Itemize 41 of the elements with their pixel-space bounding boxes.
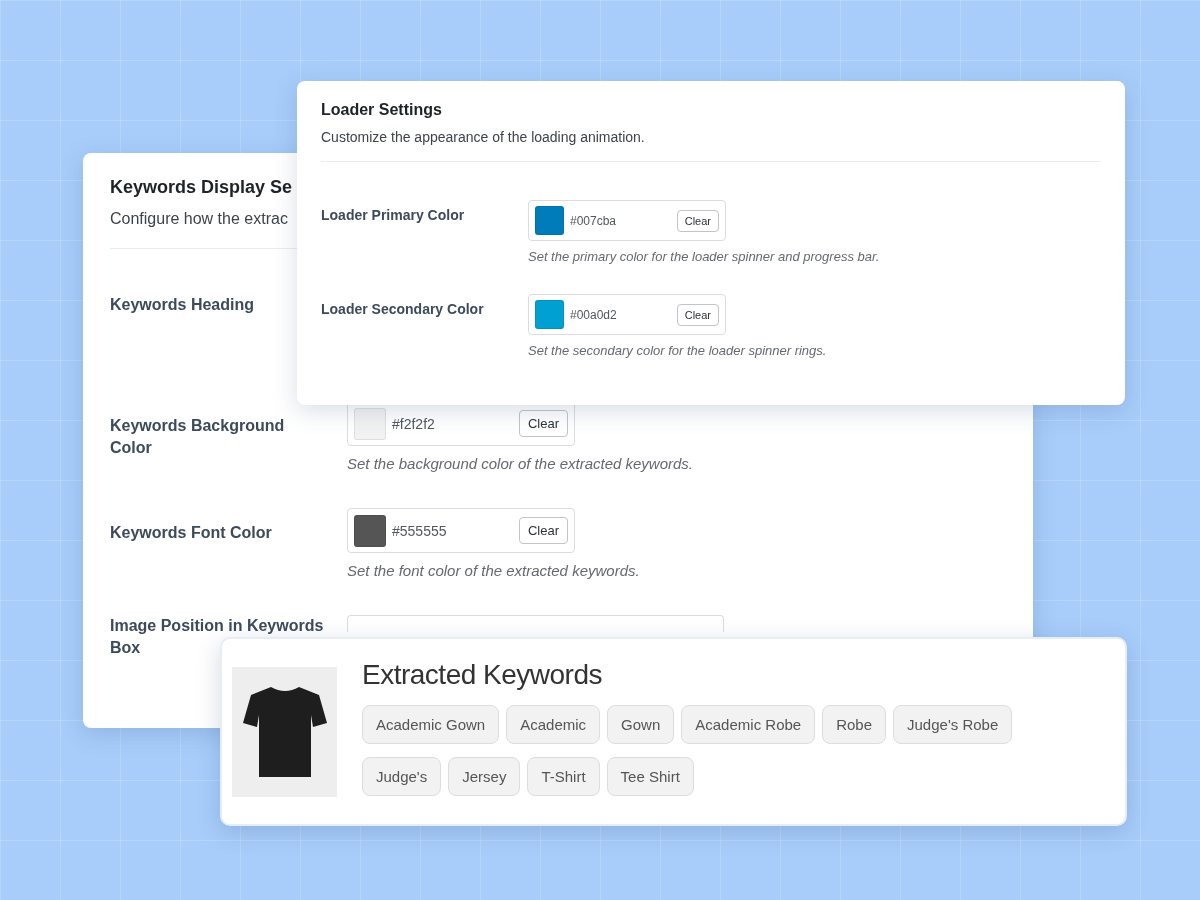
keyword-tag[interactable]: T-Shirt [527,757,600,796]
settings-description: Customize the appearance of the loading animation. [321,129,645,145]
keyword-tag[interactable]: Academic Gown [362,705,500,744]
field-label: Keywords Font Color [110,523,272,543]
color-value: #f2f2f2 [392,415,436,432]
clear-button[interactable]: Clear [676,303,719,326]
color-value: #555555 [392,522,448,539]
field-hint: Set the secondary color for the loader spinner rings. [528,343,828,358]
clear-button[interactable]: Clear [676,209,719,232]
preview-title: Extracted Keywords [362,659,603,691]
select-field[interactable] [347,615,724,632]
keyword-tag[interactable]: Judge's [362,757,442,796]
keyword-tag[interactable]: Gown [607,705,675,744]
field-label: Keywords Background Color [110,416,286,459]
field-label: Keywords Heading [110,295,255,315]
keyword-tag[interactable]: Judge's Robe [893,705,1013,744]
color-swatch [535,300,564,329]
color-swatch [535,206,564,235]
keyword-tag[interactable]: Jersey [448,757,521,796]
field-label: Image Position in Keywords Box [110,616,325,659]
clear-button[interactable]: Clear [518,410,568,437]
color-swatch [354,514,386,547]
settings-title: Loader Settings [321,101,442,119]
color-field[interactable]: #00a0d2 Clear [528,294,726,335]
field-hint: Set the font color of the extracted keywords. [347,562,641,579]
color-value: #007cba [570,213,618,228]
keyword-tag[interactable]: Robe [822,705,886,744]
clear-button[interactable]: Clear [518,517,568,544]
field-hint: Set the primary color for the loader spinner and progress bar. [528,249,881,264]
color-field[interactable]: #555555 Clear [347,508,575,553]
field-label: Loader Secondary Color [321,300,484,319]
field-label: Loader Primary Color [321,206,465,225]
color-value: #00a0d2 [570,307,618,322]
color-field[interactable]: #007cba Clear [528,200,726,241]
keyword-tag[interactable]: Tee Shirt [606,757,694,796]
keyword-tag[interactable]: Academic Robe [681,705,816,744]
keyword-tag[interactable]: Academic [506,705,601,744]
settings-title: Keywords Display Se [110,177,293,198]
color-swatch [354,407,386,440]
settings-description: Configure how the extrac [110,210,288,228]
field-hint: Set the background color of the extracted keywords. [347,455,695,472]
